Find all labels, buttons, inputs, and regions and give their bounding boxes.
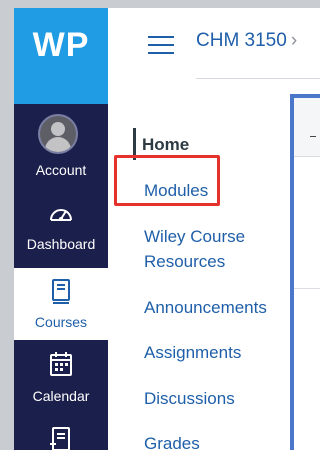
global-nav: WP Account Dashboard Courses Calendar xyxy=(14,8,108,450)
nav-item-dashboard[interactable]: Dashboard xyxy=(14,188,108,260)
topbar-divider xyxy=(196,78,320,79)
nav-item-calendar[interactable]: Calendar xyxy=(14,344,108,416)
modules-highlight-box xyxy=(114,155,220,206)
logo[interactable]: WP xyxy=(14,8,108,104)
course-nav-home[interactable]: Home xyxy=(132,128,189,160)
breadcrumb-course-link[interactable]: CHM 3150 xyxy=(196,30,287,51)
nav-dashboard-label: Dashboard xyxy=(26,236,96,252)
calendar-icon xyxy=(50,352,72,376)
breadcrumb-separator-icon: › xyxy=(290,30,298,51)
nav-item-account[interactable]: Account xyxy=(14,106,108,178)
logo-text: WP xyxy=(32,26,90,64)
top-bar: CHM 3150 › xyxy=(108,8,320,79)
avatar xyxy=(38,114,78,154)
course-nav-discussions[interactable]: Discussions xyxy=(144,386,235,411)
nav-calendar-label: Calendar xyxy=(32,388,90,404)
collapse-icon[interactable] xyxy=(310,136,316,137)
inbox-icon xyxy=(50,427,70,450)
content-panel xyxy=(290,94,320,450)
nav-item-inbox[interactable] xyxy=(14,418,108,450)
nav-courses-label: Courses xyxy=(34,314,88,330)
content-header-row xyxy=(294,98,320,157)
course-nav-grades[interactable]: Grades xyxy=(144,431,200,450)
breadcrumb: CHM 3150 › xyxy=(196,30,297,52)
screenshot-frame: WP Account Dashboard Courses Calendar CH… xyxy=(0,0,320,450)
nav-account-label: Account xyxy=(35,162,87,178)
course-nav-wiley-course[interactable]: Wiley Course xyxy=(144,224,245,249)
course-nav-announcements[interactable]: Announcements xyxy=(144,295,267,320)
dashboard-icon xyxy=(50,209,72,221)
course-nav-wiley-resources[interactable]: Resources xyxy=(144,249,225,274)
content-divider xyxy=(294,288,320,289)
nav-item-courses[interactable]: Courses xyxy=(14,268,108,340)
canvas-window: WP Account Dashboard Courses Calendar CH… xyxy=(14,8,320,450)
course-nav-assignments[interactable]: Assignments xyxy=(144,340,241,365)
book-icon xyxy=(52,279,70,304)
hamburger-menu-icon[interactable] xyxy=(148,36,174,54)
